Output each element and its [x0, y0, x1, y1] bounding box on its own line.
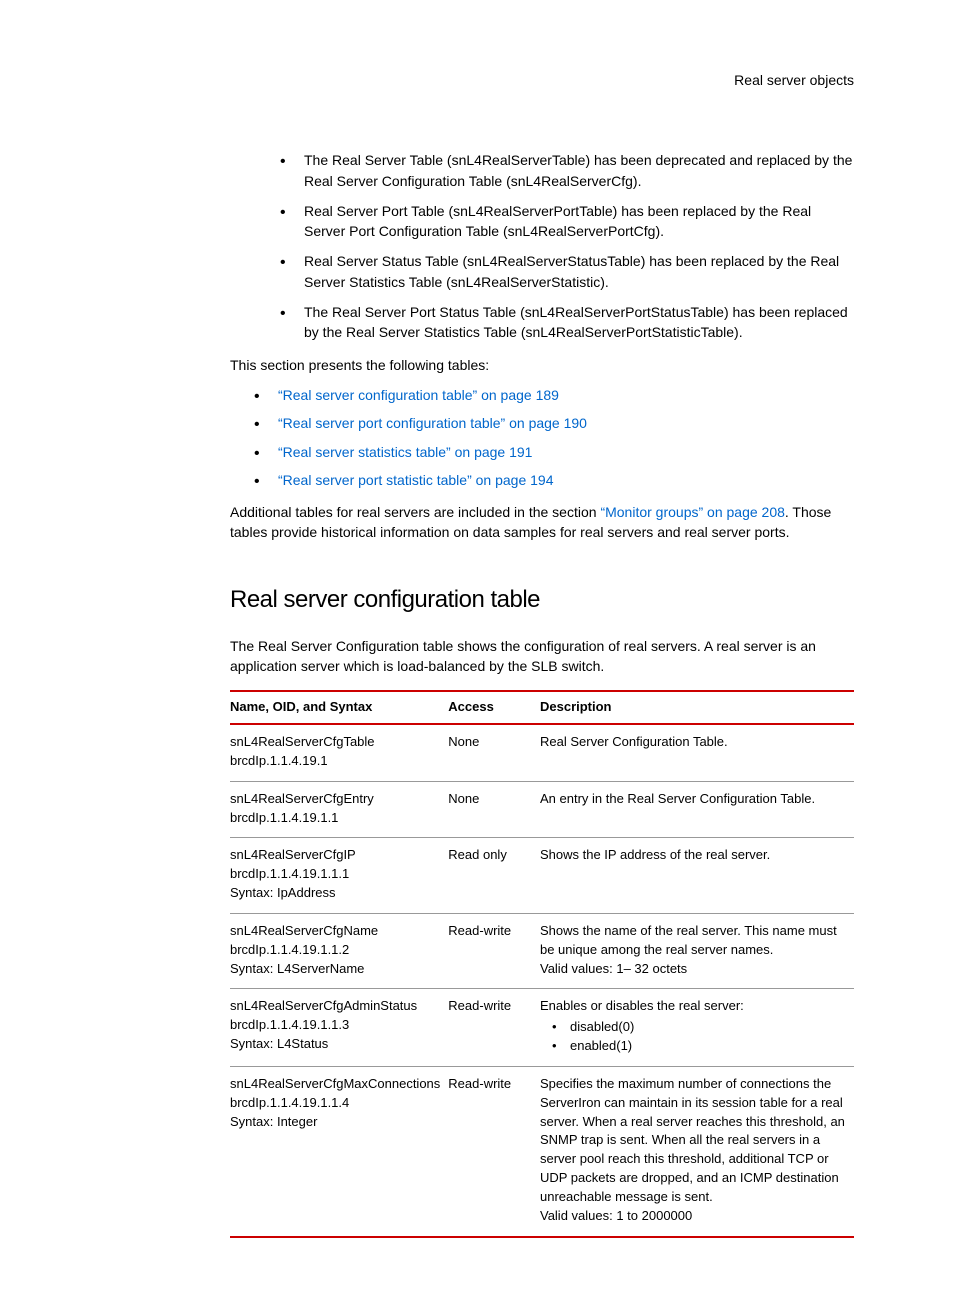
cell-description: Real Server Configuration Table.	[540, 724, 854, 781]
cell-description: Shows the name of the real server. This …	[540, 913, 854, 989]
intro-bullet-list: The Real Server Table (snL4RealServerTab…	[280, 150, 854, 342]
cell-text: brcdIp.1.1.4.19.1.1.2	[230, 941, 440, 960]
cell-text: Valid values: 1 to 2000000	[540, 1207, 846, 1226]
additional-info-text: Additional tables for real servers are i…	[230, 502, 854, 543]
cell-name-oid-syntax: snL4RealServerCfgEntrybrcdIp.1.1.4.19.1.…	[230, 781, 448, 838]
table-row: snL4RealServerCfgMaxConnectionsbrcdIp.1.…	[230, 1066, 854, 1236]
cell-text: brcdIp.1.1.4.19.1	[230, 752, 440, 771]
toc-link-list: “Real server configuration table” on pag…	[254, 385, 854, 490]
toc-link[interactable]: “Real server port configuration table” o…	[278, 415, 587, 431]
list-item: Real Server Port Table (snL4RealServerPo…	[280, 201, 854, 242]
section-intro-text: This section presents the following tabl…	[230, 355, 854, 375]
cell-name-oid-syntax: snL4RealServerCfgNamebrcdIp.1.1.4.19.1.1…	[230, 913, 448, 989]
cell-text: Shows the name of the real server. This …	[540, 922, 846, 960]
heading-paragraph: The Real Server Configuration table show…	[230, 636, 854, 677]
cell-text: Syntax: L4Status	[230, 1035, 440, 1054]
cell-description: Specifies the maximum number of connecti…	[540, 1066, 854, 1236]
cell-access: None	[448, 781, 540, 838]
cell-name-oid-syntax: snL4RealServerCfgIPbrcdIp.1.1.4.19.1.1.1…	[230, 838, 448, 914]
cell-name-oid-syntax: snL4RealServerCfgMaxConnectionsbrcdIp.1.…	[230, 1066, 448, 1236]
cell-text: snL4RealServerCfgAdminStatus	[230, 997, 440, 1016]
cell-name-oid-syntax: snL4RealServerCfgTablebrcdIp.1.1.4.19.1	[230, 724, 448, 781]
config-table: Name, OID, and Syntax Access Description…	[230, 690, 854, 1238]
cell-text: Enables or disables the real server:	[540, 997, 846, 1016]
list-item: “Real server port configuration table” o…	[254, 413, 854, 433]
table-row: snL4RealServerCfgTablebrcdIp.1.1.4.19.1N…	[230, 724, 854, 781]
col-header-name: Name, OID, and Syntax	[230, 691, 448, 724]
list-item: Real Server Status Table (snL4RealServer…	[280, 251, 854, 292]
cell-text: snL4RealServerCfgEntry	[230, 790, 440, 809]
table-header-row: Name, OID, and Syntax Access Description	[230, 691, 854, 724]
cell-access: Read only	[448, 838, 540, 914]
cell-text: Syntax: IpAddress	[230, 884, 440, 903]
cell-text: brcdIp.1.1.4.19.1.1	[230, 809, 440, 828]
section-heading: Real server configuration table	[230, 583, 854, 618]
list-item: The Real Server Table (snL4RealServerTab…	[280, 150, 854, 191]
cell-text: An entry in the Real Server Configuratio…	[540, 790, 846, 809]
col-header-description: Description	[540, 691, 854, 724]
cell-text: brcdIp.1.1.4.19.1.1.4	[230, 1094, 440, 1113]
list-item: The Real Server Port Status Table (snL4R…	[280, 302, 854, 343]
cell-text: brcdIp.1.1.4.19.1.1.3	[230, 1016, 440, 1035]
table-row: snL4RealServerCfgEntrybrcdIp.1.1.4.19.1.…	[230, 781, 854, 838]
cell-text: Syntax: Integer	[230, 1113, 440, 1132]
table-row: snL4RealServerCfgNamebrcdIp.1.1.4.19.1.1…	[230, 913, 854, 989]
cell-text: snL4RealServerCfgIP	[230, 846, 440, 865]
cell-description: Enables or disables the real server: disa…	[540, 989, 854, 1067]
description-bullet-list: disabled(0)enabled(1)	[552, 1018, 846, 1056]
cell-access: None	[448, 724, 540, 781]
cell-description: An entry in the Real Server Configuratio…	[540, 781, 854, 838]
cell-name-oid-syntax: snL4RealServerCfgAdminStatusbrcdIp.1.1.4…	[230, 989, 448, 1067]
cell-text: Syntax: L4ServerName	[230, 960, 440, 979]
list-item: “Real server port statistic table” on pa…	[254, 470, 854, 490]
cell-text: Specifies the maximum number of connecti…	[540, 1075, 846, 1207]
page-header-title: Real server objects	[230, 70, 854, 90]
cell-text: brcdIp.1.1.4.19.1.1.1	[230, 865, 440, 884]
toc-link[interactable]: “Real server configuration table” on pag…	[278, 387, 559, 403]
cell-text: Shows the IP address of the real server.	[540, 846, 846, 865]
list-item: “Real server statistics table” on page 1…	[254, 442, 854, 462]
cell-text: snL4RealServerCfgMaxConnections	[230, 1075, 440, 1094]
cell-text: Valid values: 1– 32 octets	[540, 960, 846, 979]
cell-text: snL4RealServerCfgTable	[230, 733, 440, 752]
monitor-groups-link[interactable]: “Monitor groups” on page 208	[600, 504, 784, 520]
list-item: “Real server configuration table” on pag…	[254, 385, 854, 405]
cell-text: Real Server Configuration Table.	[540, 733, 846, 752]
text-prefix: Additional tables for real servers are i…	[230, 504, 600, 520]
cell-text: snL4RealServerCfgName	[230, 922, 440, 941]
table-row: snL4RealServerCfgIPbrcdIp.1.1.4.19.1.1.1…	[230, 838, 854, 914]
col-header-access: Access	[448, 691, 540, 724]
table-row: snL4RealServerCfgAdminStatusbrcdIp.1.1.4…	[230, 989, 854, 1067]
cell-access: Read-write	[448, 989, 540, 1067]
list-item: enabled(1)	[552, 1037, 846, 1056]
cell-description: Shows the IP address of the real server.	[540, 838, 854, 914]
toc-link[interactable]: “Real server port statistic table” on pa…	[278, 472, 553, 488]
cell-access: Read-write	[448, 913, 540, 989]
toc-link[interactable]: “Real server statistics table” on page 1…	[278, 444, 532, 460]
list-item: disabled(0)	[552, 1018, 846, 1037]
cell-access: Read-write	[448, 1066, 540, 1236]
